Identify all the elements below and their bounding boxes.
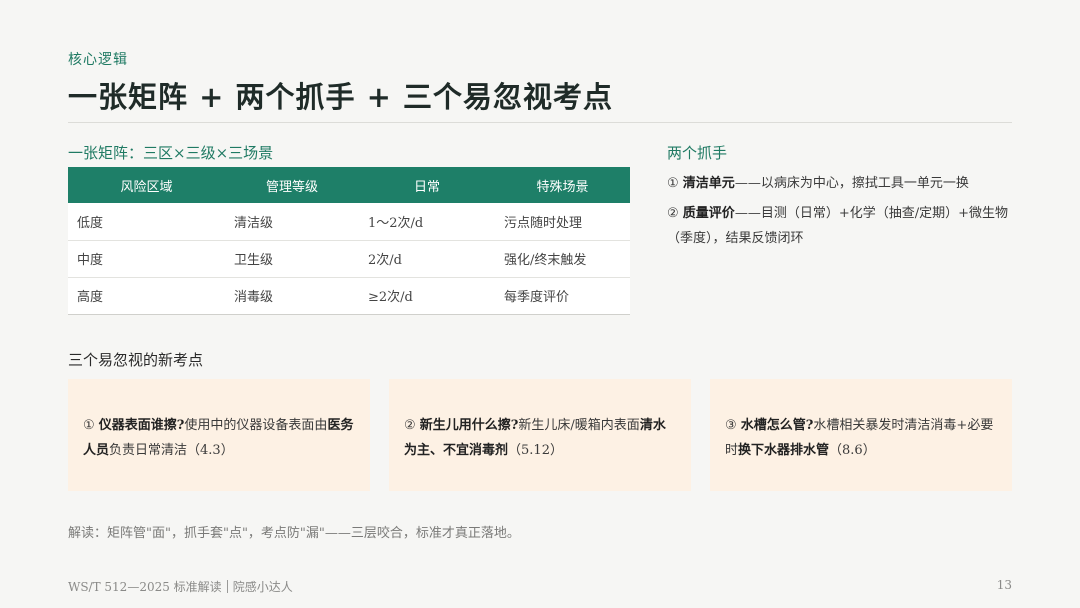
risk-matrix-table: 风险区域 管理等级 日常 特殊场景 低度 清洁级 1～2次/d 污点随时处理 中…: [68, 167, 630, 315]
table-row: 中度 卫生级 2次/d 强化/终末触发: [68, 240, 630, 277]
card-text: 负责日常清洁（4.3）: [109, 443, 234, 458]
table-cell: 消毒级: [234, 290, 274, 305]
card-emphasis: 换下水器排水管: [738, 443, 830, 458]
matrix-heading: 一张矩阵：三区×三级×三场景: [68, 144, 274, 162]
exam-point-card: ② 新生儿用什么擦?新生儿床/暖箱内表面清水为主、不宜消毒剂（5.12）: [389, 379, 691, 491]
table-cell: 2次/d: [368, 253, 402, 268]
footer: WS/T 512—2025 标准解读 院感小达人: [68, 578, 293, 595]
page-number: 13: [996, 578, 1012, 592]
card-text: （8.6）: [829, 443, 876, 458]
table-cell: 中度: [77, 253, 104, 268]
table-cell: 每季度评价: [504, 290, 570, 305]
grip-term: 清洁单元: [682, 176, 735, 191]
footer-brand: 院感小达人: [232, 580, 293, 594]
card-question: 水槽怎么管?: [740, 418, 814, 433]
grip-number: ①: [667, 176, 679, 191]
table-cell: 清洁级: [234, 215, 274, 231]
card-question: 仪器表面谁擦?: [98, 418, 185, 433]
exam-point-card: ③ 水槽怎么管?水槽相关暴发时清洁消毒+必要时换下水器排水管（8.6）: [710, 379, 1012, 491]
card-text: 使用中的仪器设备表面由: [184, 418, 328, 433]
footer-doc: WS/T 512—2025 标准解读: [68, 580, 222, 594]
footer-separator: [226, 580, 228, 593]
table-cell: 强化/终末触发: [504, 253, 587, 268]
grip-number: ②: [667, 206, 679, 221]
table-cell: 1～2次/d: [368, 215, 424, 231]
grip-term: 质量评价: [682, 206, 735, 221]
card-question: 新生儿用什么擦?: [419, 418, 519, 433]
column-header: 特殊场景: [536, 179, 589, 195]
card-text: 新生儿床/暖箱内表面: [518, 418, 640, 433]
table-row: 低度 清洁级 1～2次/d 污点随时处理: [68, 203, 630, 240]
grips-heading: 两个抓手: [667, 144, 728, 162]
table-cell: ≥2次/d: [368, 290, 413, 305]
exam-point-card: ① 仪器表面谁擦?使用中的仪器设备表面由医务人员负责日常清洁（4.3）: [68, 379, 370, 491]
interpretation-note: 解读：矩阵管"面"，抓手套"点"，考点防"漏"——三层咬合，标准才真正落地。: [68, 526, 520, 541]
column-header: 日常: [413, 179, 440, 195]
grip-item: ① 清洁单元——以病床为中心，擦拭工具一单元一换: [667, 171, 1013, 196]
table-cell: 高度: [77, 290, 104, 305]
card-text: （5.12）: [508, 443, 563, 458]
table-header-row: 风险区域 管理等级 日常 特殊场景: [68, 167, 630, 203]
table-cell: 低度: [77, 215, 104, 231]
column-header: 管理等级: [265, 179, 318, 195]
page-title: 一张矩阵 + 两个抓手 + 三个易忽视考点: [68, 80, 613, 114]
title-divider: [68, 122, 1012, 123]
table-cell: 污点随时处理: [504, 215, 583, 231]
card-number: ①: [83, 418, 95, 433]
grip-item: ② 质量评价——目测（日常）+化学（抽查/定期）+微生物（季度），结果反馈闭环: [667, 201, 1013, 251]
table-row: 高度 消毒级 ≥2次/d 每季度评价: [68, 277, 630, 314]
table-cell: 卫生级: [234, 253, 274, 268]
card-number: ②: [404, 418, 416, 433]
section-kicker: 核心逻辑: [68, 52, 128, 68]
column-header: 风险区域: [120, 179, 173, 195]
card-number: ③: [725, 418, 737, 433]
neglected-heading: 三个易忽视的新考点: [68, 351, 204, 369]
grip-text: ——以病床为中心，擦拭工具一单元一换: [734, 176, 969, 191]
